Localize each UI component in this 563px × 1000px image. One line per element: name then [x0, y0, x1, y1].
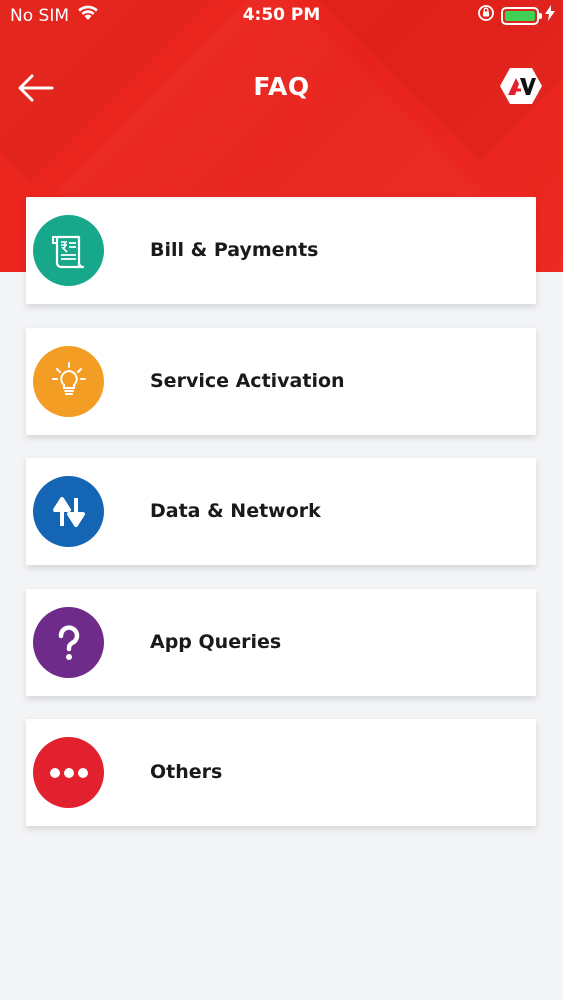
lightbulb-icon [33, 345, 104, 417]
faq-item-data-network[interactable]: Data & Network [26, 458, 536, 565]
more-dots-icon [33, 737, 104, 808]
up-down-arrows-icon [33, 476, 104, 547]
faq-item-label: Others [150, 761, 223, 783]
faq-item-app-queries[interactable]: App Queries [26, 588, 536, 696]
bill-receipt-icon [33, 215, 104, 286]
page-title: FAQ [253, 72, 310, 101]
faq-item-bill-payments[interactable]: Bill & Payments [26, 197, 536, 304]
battery-icon [501, 6, 542, 25]
navigation-bar: FAQ [0, 56, 563, 116]
charging-bolt-icon [545, 5, 555, 26]
faq-list: Bill & Payments Service Activation Data … [26, 197, 536, 850]
brand-logo-icon[interactable] [499, 66, 543, 106]
faq-item-label: Data & Network [150, 500, 321, 522]
faq-item-label: Bill & Payments [150, 239, 319, 261]
faq-item-others[interactable]: Others [26, 719, 536, 826]
question-mark-icon [33, 606, 104, 678]
orientation-lock-icon [477, 4, 495, 27]
faq-item-label: Service Activation [150, 369, 345, 392]
faq-item-label: App Queries [150, 630, 282, 653]
status-bar: No SIM 4:50 PM [0, 0, 563, 32]
faq-item-service-activation[interactable]: Service Activation [26, 327, 536, 435]
